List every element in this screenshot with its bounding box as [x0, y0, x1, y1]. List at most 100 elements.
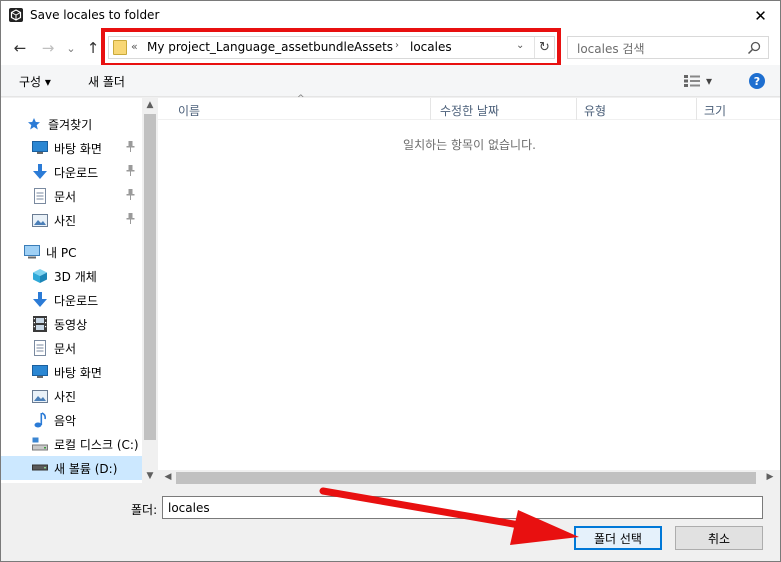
this-pc-icon: [24, 244, 40, 260]
sidebar-item-videos[interactable]: 동영상: [0, 312, 142, 336]
sidebar-item-label: 동영상: [54, 317, 88, 332]
sidebar-item-label: 다운로드: [54, 165, 99, 180]
scroll-up-icon[interactable]: ▲: [142, 100, 158, 110]
sidebar-item-music[interactable]: 음악: [0, 408, 142, 432]
forward-arrow-icon: →: [41, 39, 55, 57]
column-header-row: ^ 이름 수정한 날짜 유형 크기: [158, 94, 781, 120]
sidebar-item-label: 바탕 화면: [54, 365, 102, 380]
videos-icon: [32, 316, 48, 332]
navigation-pane: 즐겨찾기 바탕 화면 다운로드 문서 사진 내 PC 3D 개체 다운로드 동영상 문서 바탕 화면…: [0, 98, 142, 483]
file-list-horizontal-scrollbar[interactable]: ◀ ▶: [158, 470, 781, 486]
sidebar-item-desktop[interactable]: 바탕 화면: [0, 360, 142, 384]
sidebar-item-label: 사진: [54, 389, 77, 404]
back-button[interactable]: ←: [8, 31, 32, 65]
breadcrumb-locales[interactable]: locales: [410, 40, 452, 54]
refresh-button[interactable]: ↻: [534, 37, 554, 58]
pin-icon: [126, 189, 135, 203]
empty-folder-message: 일치하는 항목이 없습니다.: [403, 138, 536, 152]
column-divider[interactable]: [430, 98, 431, 120]
column-divider[interactable]: [576, 98, 577, 120]
recent-locations-button[interactable]: ⌄: [63, 31, 79, 65]
sidebar-item-label: 즐겨찾기: [48, 117, 93, 132]
cancel-button[interactable]: 취소: [675, 526, 763, 550]
view-list-icon: [684, 75, 700, 87]
sidebar-item-documents[interactable]: 문서: [0, 184, 142, 208]
breadcrumb-separator-icon[interactable]: ›: [395, 40, 399, 51]
pin-icon: [126, 213, 135, 227]
view-dropdown-icon: ▾: [706, 74, 713, 88]
sidebar-item-pictures[interactable]: 사진: [0, 208, 142, 232]
address-dropdown-icon[interactable]: ⌄: [516, 40, 524, 51]
sidebar-item-label: 문서: [54, 189, 77, 204]
up-arrow-icon: ↑: [86, 39, 100, 57]
sidebar-item-label: 로컬 디스크 (C:): [54, 437, 139, 452]
sidebar-item-3d-objects[interactable]: 3D 개체: [0, 264, 142, 288]
scroll-right-icon[interactable]: ▶: [762, 472, 778, 482]
sidebar-item-download[interactable]: 다운로드: [0, 288, 142, 312]
breadcrumb-separator-icon[interactable]: ›: [339, 40, 343, 51]
documents-icon: [32, 188, 48, 204]
search-input[interactable]: locales 검색: [567, 36, 769, 59]
help-icon: ?: [753, 74, 761, 88]
sidebar-item-label: 새 볼륨 (D:): [54, 461, 118, 476]
file-list-pane[interactable]: ^ 이름 수정한 날짜 유형 크기 일치하는 항목이 없습니다.: [158, 94, 781, 485]
folder-name-input[interactable]: [162, 496, 763, 519]
volume-icon: [32, 460, 48, 476]
scroll-down-icon[interactable]: ▼: [142, 471, 158, 481]
new-folder-button[interactable]: 새 폴더: [88, 73, 125, 90]
download-icon: [32, 164, 48, 180]
sidebar-item-download[interactable]: 다운로드: [0, 160, 142, 184]
title-bar: Save locales to folder ✕: [0, 0, 781, 31]
sort-ascending-icon: ^: [297, 94, 305, 104]
help-button[interactable]: ?: [749, 73, 765, 89]
forward-button[interactable]: →: [36, 31, 60, 65]
desktop-icon: [32, 140, 48, 156]
local-disk-icon: [32, 436, 48, 452]
folder-icon: [113, 40, 127, 55]
sidebar-item-this-pc[interactable]: 내 PC: [0, 240, 142, 264]
3d-objects-icon: [32, 268, 48, 284]
column-date-modified[interactable]: 수정한 날짜: [440, 102, 499, 119]
breadcrumb-my-project[interactable]: My project_Language_assetbundle: [147, 40, 354, 54]
sidebar-item-star[interactable]: 즐겨찾기: [0, 112, 142, 136]
column-divider[interactable]: [696, 98, 697, 120]
sidebar-item-label: 3D 개체: [54, 269, 97, 284]
window-title: Save locales to folder: [30, 8, 160, 22]
navigation-pane-scroll-thumb[interactable]: [144, 114, 156, 440]
sidebar-item-volume[interactable]: 새 볼륨 (D:): [0, 456, 142, 480]
folder-label: 폴더:: [131, 503, 158, 517]
breadcrumb-overflow[interactable]: «: [131, 40, 138, 53]
back-arrow-icon: ←: [13, 39, 27, 57]
sidebar-item-desktop[interactable]: 바탕 화면: [0, 136, 142, 160]
pin-icon: [126, 141, 135, 155]
desktop-icon: [32, 364, 48, 380]
close-button[interactable]: ✕: [740, 0, 781, 31]
breadcrumb-assets[interactable]: Assets: [354, 40, 393, 54]
sidebar-item-label: 음악: [54, 413, 77, 428]
sidebar-item-label: 바탕 화면: [54, 141, 102, 156]
organize-button[interactable]: 구성 ▾: [19, 73, 51, 90]
search-icon[interactable]: [746, 40, 762, 56]
column-size[interactable]: 크기: [704, 102, 726, 119]
star-icon: [26, 116, 42, 132]
sidebar-item-documents[interactable]: 문서: [0, 336, 142, 360]
refresh-icon: ↻: [539, 40, 550, 55]
change-view-button[interactable]: ▾: [684, 72, 724, 90]
sidebar-item-label: 다운로드: [54, 293, 99, 308]
close-icon: ✕: [754, 6, 767, 25]
column-name[interactable]: 이름: [178, 102, 200, 119]
unity-app-icon: [9, 8, 23, 22]
sidebar-item-label: 문서: [54, 341, 77, 356]
address-bar[interactable]: « My project_Language_assetbundle › Asse…: [108, 36, 555, 59]
music-icon: [32, 412, 48, 428]
sidebar-item-pictures[interactable]: 사진: [0, 384, 142, 408]
pin-icon: [126, 165, 135, 179]
sidebar-item-local-disk[interactable]: 로컬 디스크 (C:): [0, 432, 142, 456]
column-type[interactable]: 유형: [584, 102, 606, 119]
select-folder-button[interactable]: 폴더 선택: [574, 526, 662, 550]
scroll-left-icon[interactable]: ◀: [160, 472, 176, 482]
search-placeholder: locales 검색: [577, 42, 645, 56]
horizontal-scroll-thumb[interactable]: [176, 472, 756, 484]
command-bar: 구성 ▾ 새 폴더 ▾ ?: [0, 65, 781, 97]
chevron-down-icon: ⌄: [66, 41, 76, 55]
